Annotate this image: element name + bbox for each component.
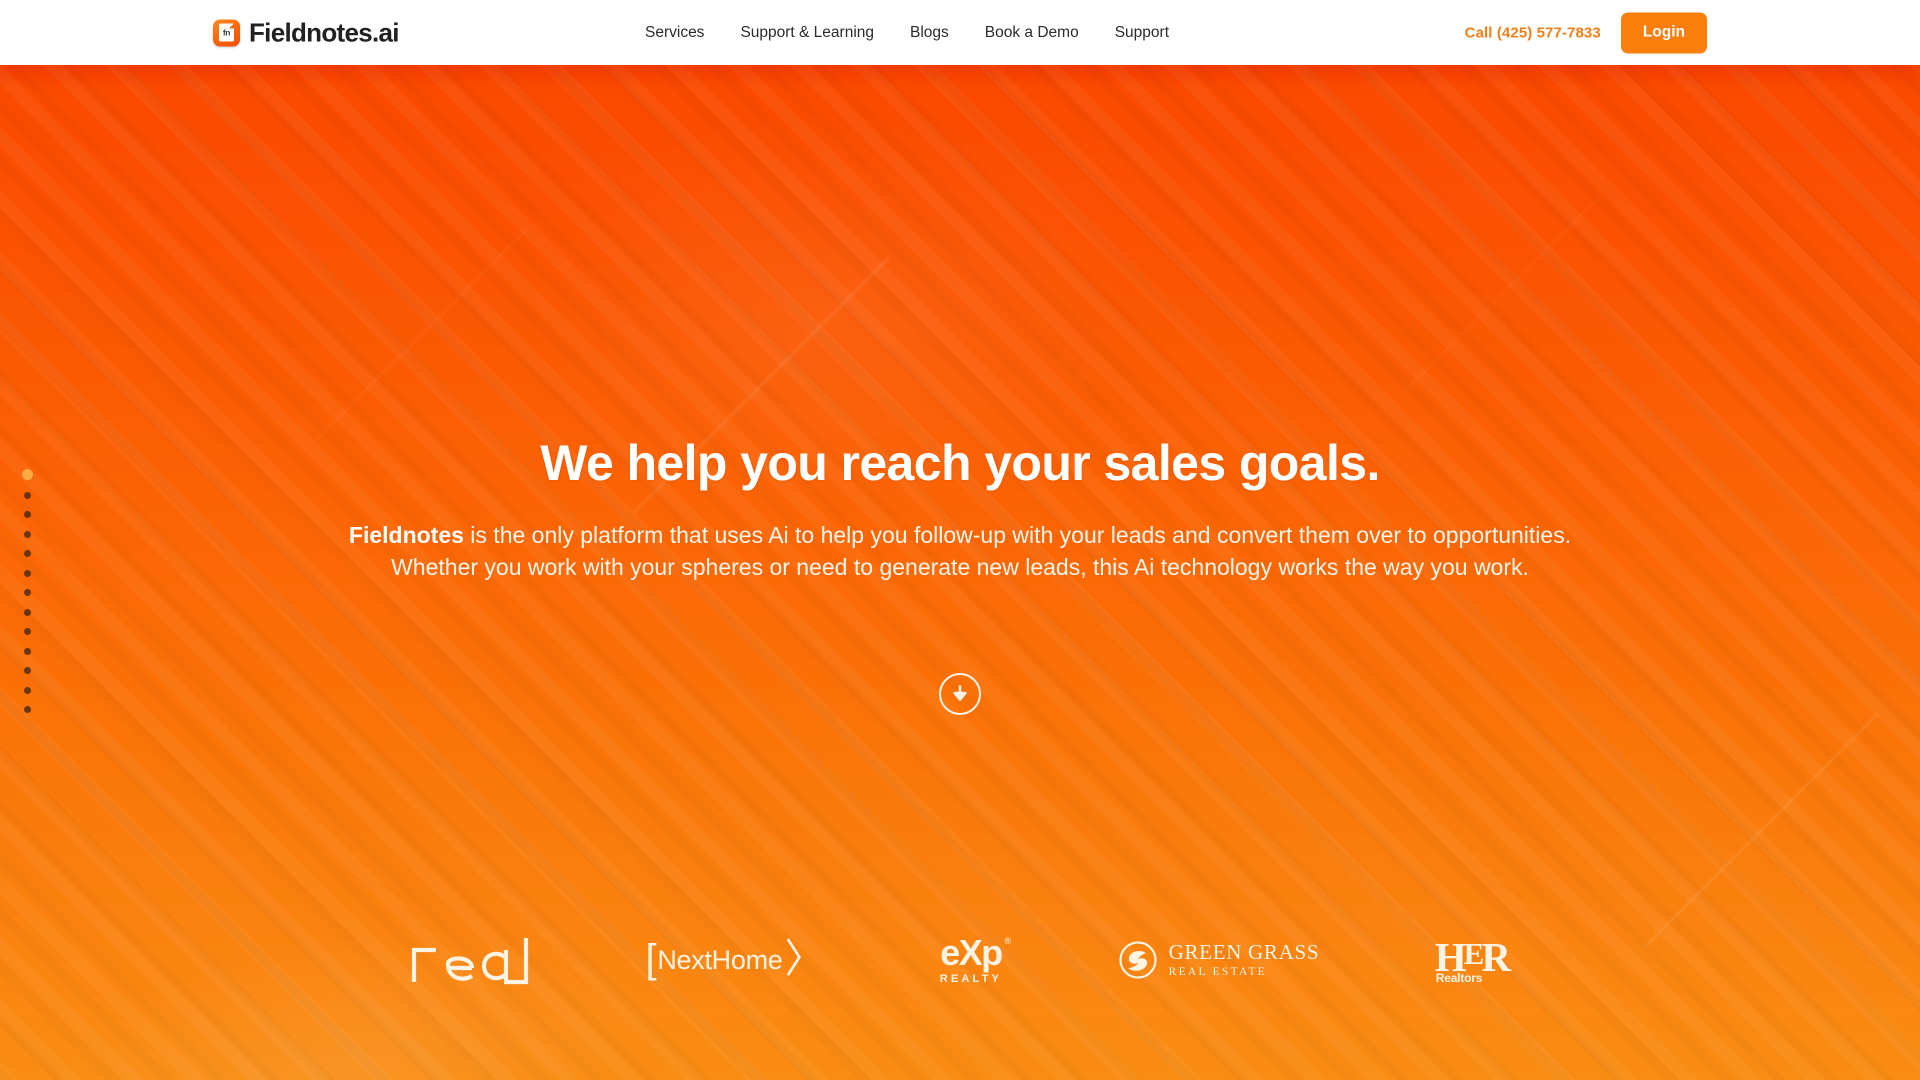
fieldnotes-logo-icon: fn	[213, 19, 240, 46]
logo-green-grass: GREEN GRASS REAL ESTATE	[1118, 925, 1320, 995]
slider-dot-2[interactable]	[24, 491, 31, 499]
slider-dot-11[interactable]	[24, 667, 31, 674]
her-letter-e: E	[1463, 935, 1485, 971]
nexthome-chevron-right-icon: 〉	[784, 937, 825, 981]
nav-item-book-a-demo[interactable]: Book a Demo	[985, 18, 1079, 48]
green-grass-swirl-icon	[1119, 941, 1157, 979]
real-logo-icon	[411, 938, 529, 985]
slider-dot-1[interactable]	[22, 469, 33, 480]
nexthome-bracket-left: [	[645, 937, 657, 981]
nav-item-blogs[interactable]: Blogs	[910, 18, 949, 48]
hero-subtitle: Fieldnotes is the only platform that use…	[335, 520, 1585, 583]
brand-logo-link[interactable]: fn Fieldnotes.ai	[213, 17, 400, 48]
hero-section: We help you reach your sales goals. Fiel…	[0, 65, 1920, 1080]
brand-name: Fieldnotes.ai	[249, 17, 400, 48]
slider-dot-9[interactable]	[24, 628, 31, 635]
arrow-down-circle-icon	[953, 685, 967, 701]
slider-dot-10[interactable]	[24, 647, 31, 655]
site-header: fn Fieldnotes.ai Services Support & Lear…	[0, 0, 1920, 65]
slider-dot-12[interactable]	[24, 686, 31, 694]
slider-dot-6[interactable]	[24, 569, 31, 577]
nexthome-wordmark: NextHome	[657, 944, 783, 975]
nav-item-services[interactable]: Services	[645, 18, 704, 48]
slider-dot-8[interactable]	[24, 608, 31, 616]
logo-exp-realty: eXp ® REALTY	[939, 925, 1011, 995]
hero-light-streak	[1643, 712, 1879, 948]
slider-dot-3[interactable]	[24, 511, 31, 518]
call-phone-link[interactable]: Call (425) 577-7833	[1465, 24, 1601, 41]
exp-subtitle: REALTY	[939, 973, 1003, 985]
green-grass-subtitle: REAL ESTATE	[1168, 965, 1267, 978]
slider-dot-4[interactable]	[24, 530, 31, 538]
partner-logo-strip: [ NextHome 〉 eXp ® REALTY GREEN GRASS RE…	[410, 920, 1511, 1000]
hero-title: We help you reach your sales goals.	[540, 435, 1380, 491]
logo-nexthome: [ NextHome 〉	[646, 925, 825, 995]
slider-dot-13[interactable]	[24, 706, 31, 713]
logo-real	[410, 925, 530, 995]
page-root: fn Fieldnotes.ai Services Support & Lear…	[0, 0, 1920, 1080]
main-navigation: Services Support & Learning Blogs Book a…	[645, 18, 1169, 48]
brand-mark-text: fn	[222, 27, 231, 38]
her-letter-r: R	[1481, 933, 1511, 980]
scroll-down-button[interactable]	[939, 673, 981, 715]
green-grass-wordmark: GREEN GRASS	[1168, 939, 1320, 964]
hero-light-streak	[314, 228, 528, 442]
slider-dot-7[interactable]	[24, 589, 31, 596]
logo-her-realtors: HER Realtors	[1435, 925, 1511, 995]
registered-mark: ®	[1004, 936, 1011, 946]
hero-light-streak	[1401, 195, 1601, 395]
hero-slider-dots	[22, 469, 33, 713]
login-button[interactable]: Login	[1620, 12, 1707, 53]
nav-item-support-learning[interactable]: Support & Learning	[740, 18, 874, 48]
nav-item-support[interactable]: Support	[1115, 18, 1169, 48]
hero-subtitle-bold: Fieldnotes	[348, 522, 464, 548]
exp-wordmark: eXp ®	[940, 932, 1011, 973]
slider-dot-5[interactable]	[24, 550, 31, 557]
hero-subtitle-rest: is the only platform that uses Ai to hel…	[391, 522, 1572, 580]
her-subtitle: Realtors	[1435, 970, 1483, 985]
header-actions: Call (425) 577-7833 Login	[1465, 12, 1707, 53]
